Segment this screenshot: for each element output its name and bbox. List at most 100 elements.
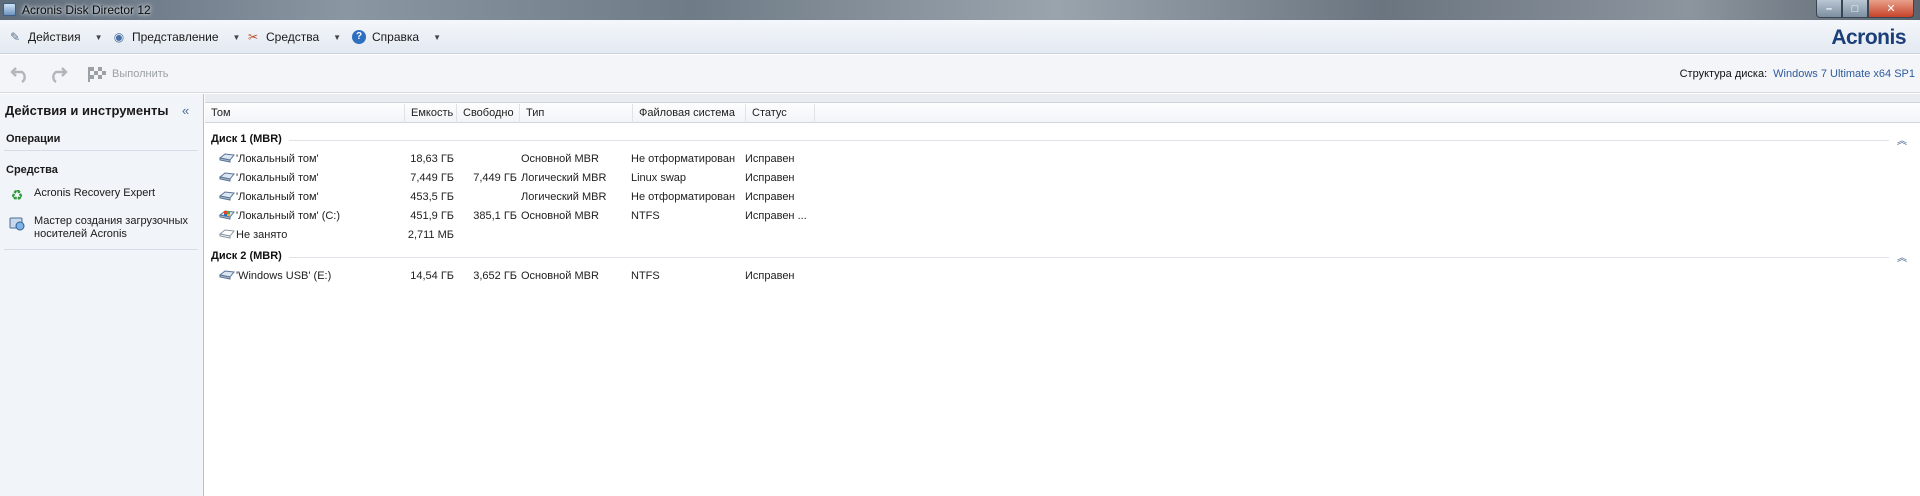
- sidebar: Действия и инструменты « Операции Средст…: [0, 94, 204, 496]
- chevron-down-icon: ▼: [232, 32, 241, 42]
- cell-volume: 'Локальный том': [236, 191, 319, 203]
- cell-type: Логический MBR: [521, 172, 607, 184]
- sidebar-title: Действия и инструменты: [5, 103, 169, 118]
- menu-view[interactable]: ◉ Представление ▼: [112, 29, 241, 45]
- group-divider: [289, 257, 1889, 258]
- checkered-flag-icon: [88, 67, 106, 82]
- cell-capacity: 453,5 ГБ: [410, 191, 454, 203]
- cell-volume: Не занято: [236, 229, 288, 241]
- cell-type: Основной MBR: [521, 153, 599, 165]
- undo-button[interactable]: [10, 65, 32, 83]
- panel-top-bar: [205, 94, 1920, 103]
- group-divider: [289, 140, 1889, 141]
- sidebar-item-bootable-media[interactable]: Мастер создания загрузочных носителей Ac…: [9, 215, 194, 241]
- cell-free: 3,652 ГБ: [473, 270, 517, 282]
- collapse-group-button[interactable]: ︽: [1897, 132, 1907, 147]
- menu-actions-label: Действия: [28, 30, 81, 44]
- title-bar: Acronis Disk Director 12 – □ ✕: [0, 0, 1920, 20]
- cell-filesystem: Не отформатирован: [631, 153, 736, 165]
- cell-volume: 'Windows USB' (E:): [236, 270, 332, 282]
- eye-icon: ◉: [113, 30, 125, 44]
- chevron-down-icon: ▼: [94, 32, 103, 42]
- cell-type: Основной MBR: [521, 270, 599, 282]
- chevron-down-icon: ▼: [333, 32, 342, 42]
- volume-list-panel: Том Емкость Свободно Тип Файловая систем…: [205, 94, 1920, 496]
- minimize-button[interactable]: –: [1816, 0, 1842, 18]
- table-row[interactable]: Не занято 2,711 МБ: [205, 227, 1025, 244]
- column-header-filesystem[interactable]: Файловая система: [633, 104, 746, 123]
- sidebar-section-tools[interactable]: Средства: [6, 164, 58, 176]
- unallocated-icon: [219, 229, 235, 239]
- cell-type: Логический MBR: [521, 191, 607, 203]
- cell-capacity: 18,63 ГБ: [410, 153, 454, 165]
- bootable-media-icon: [9, 215, 25, 231]
- cell-capacity: 2,711 МБ: [407, 229, 454, 241]
- cell-filesystem: NTFS: [631, 210, 660, 222]
- cell-status: Исправен: [745, 172, 795, 184]
- cell-free: 385,1 ГБ: [473, 210, 517, 222]
- sidebar-item-label: Acronis Recovery Expert: [34, 187, 156, 199]
- table-row[interactable]: 'Локальный том' 18,63 ГБ Основной MBR Не…: [205, 151, 1025, 168]
- sidebar-item-recovery-expert[interactable]: ♻ Acronis Recovery Expert: [9, 187, 194, 203]
- cell-type: Основной MBR: [521, 210, 599, 222]
- cell-capacity: 7,449 ГБ: [410, 172, 454, 184]
- window-controls: – □ ✕: [1816, 0, 1914, 18]
- column-header-row: Том Емкость Свободно Тип Файловая систем…: [205, 104, 1920, 123]
- menu-tools[interactable]: ✂ Средства ▼: [246, 29, 341, 45]
- disk-group-header[interactable]: Диск 2 (MBR): [211, 250, 282, 262]
- disk-structure: Структура диска: Windows 7 Ultimate x64 S…: [1680, 68, 1915, 80]
- cell-status: Исправен: [745, 270, 795, 282]
- cell-status: Исправен: [745, 191, 795, 203]
- cell-capacity: 451,9 ГБ: [410, 210, 454, 222]
- cell-volume: 'Локальный том': [236, 153, 319, 165]
- cell-status: Исправен ...: [745, 210, 807, 222]
- close-button[interactable]: ✕: [1868, 0, 1914, 18]
- cell-volume: 'Локальный том' (C:): [236, 210, 341, 222]
- run-button[interactable]: Выполнить: [86, 65, 168, 83]
- undo-icon: [10, 67, 26, 83]
- tools-icon: ✂: [247, 30, 259, 44]
- chevron-down-icon: ▼: [433, 32, 441, 42]
- window-title: Acronis Disk Director 12: [22, 3, 151, 17]
- column-header-status[interactable]: Статус: [746, 104, 815, 123]
- disk-group-header[interactable]: Диск 1 (MBR): [211, 133, 282, 145]
- table-row[interactable]: 'Локальный том' (C:) 451,9 ГБ 385,1 ГБ О…: [205, 208, 1025, 225]
- column-header-free[interactable]: Свободно: [457, 104, 520, 123]
- cell-filesystem: NTFS: [631, 270, 660, 282]
- column-header-capacity[interactable]: Емкость: [405, 104, 457, 123]
- redo-icon: [52, 67, 68, 83]
- table-row[interactable]: 'Локальный том' 453,5 ГБ Логический MBR …: [205, 189, 1025, 206]
- wrench-icon: ✎: [9, 30, 21, 44]
- cell-filesystem: Linux swap: [631, 172, 687, 184]
- run-label: Выполнить: [112, 68, 169, 80]
- maximize-button[interactable]: □: [1842, 0, 1868, 18]
- menu-bar: ✎ Действия ▼ ◉ Представление ▼ ✂ Средств…: [0, 20, 1920, 54]
- column-header-type[interactable]: Тип: [520, 104, 633, 123]
- acronis-logo: Acronis: [1831, 26, 1906, 49]
- cell-filesystem: Не отформатирован: [631, 191, 736, 203]
- menu-help[interactable]: ? Справка ▼: [352, 29, 441, 45]
- table-row[interactable]: 'Windows USB' (E:) 14,54 ГБ 3,652 ГБ Осн…: [205, 268, 1025, 285]
- redo-button[interactable]: [46, 65, 68, 83]
- cell-volume: 'Локальный том': [236, 172, 319, 184]
- menu-actions[interactable]: ✎ Действия ▼: [8, 29, 103, 45]
- sidebar-section-operations[interactable]: Операции: [6, 133, 60, 145]
- sidebar-divider: [4, 249, 198, 250]
- collapse-group-button[interactable]: ︽: [1897, 249, 1907, 264]
- disk-structure-link[interactable]: Windows 7 Ultimate x64 SP1: [1773, 68, 1915, 80]
- app-icon: [3, 3, 16, 16]
- volume-icon: [219, 172, 235, 182]
- menu-help-label: Справка: [372, 30, 420, 44]
- volume-icon: [219, 153, 235, 163]
- sidebar-divider: [4, 150, 198, 151]
- volume-icon: [219, 191, 235, 201]
- cell-free: 7,449 ГБ: [473, 172, 517, 184]
- table-row[interactable]: 'Локальный том' 7,449 ГБ 7,449 ГБ Логиче…: [205, 170, 1025, 187]
- disk-structure-label: Структура диска:: [1679, 68, 1768, 80]
- column-header-volume[interactable]: Том: [205, 104, 405, 123]
- recycle-icon: ♻: [10, 187, 24, 203]
- collapse-sidebar-button[interactable]: «: [182, 103, 189, 118]
- menu-tools-label: Средства: [266, 30, 320, 44]
- help-icon: ?: [352, 30, 366, 44]
- system-volume-icon: [219, 210, 235, 220]
